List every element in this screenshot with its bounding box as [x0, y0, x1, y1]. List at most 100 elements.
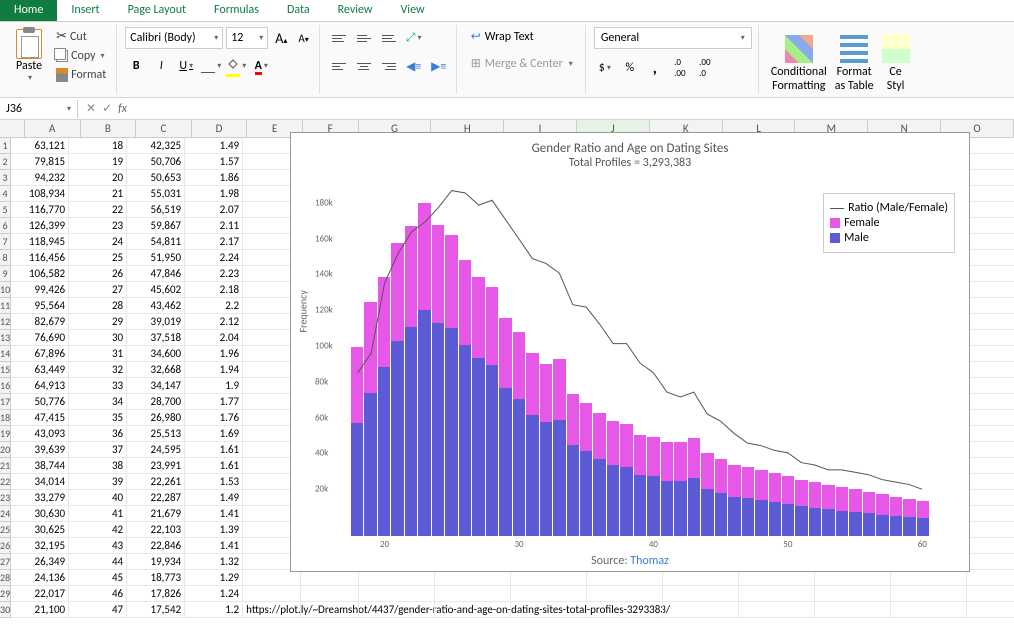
- cell[interactable]: [435, 602, 511, 618]
- name-box[interactable]: J36▾: [0, 100, 78, 118]
- conditional-formatting-button[interactable]: Conditional Formatting: [767, 27, 831, 95]
- cell[interactable]: [739, 602, 815, 618]
- decrease-decimal-button[interactable]: .00.0: [694, 57, 716, 79]
- cell[interactable]: 22: [69, 202, 127, 218]
- cell[interactable]: [301, 602, 359, 618]
- cell[interactable]: 17,542: [127, 602, 185, 618]
- cut-button[interactable]: ✂Cut: [52, 27, 110, 46]
- cell[interactable]: [739, 570, 815, 586]
- row-header[interactable]: 18: [0, 410, 10, 426]
- cell[interactable]: [511, 602, 587, 618]
- cell[interactable]: 1.98: [185, 186, 243, 202]
- cell[interactable]: 42: [69, 522, 127, 538]
- row-header[interactable]: 15: [0, 362, 10, 378]
- cell[interactable]: 1.69: [185, 426, 243, 442]
- cell[interactable]: 35: [69, 410, 127, 426]
- cell[interactable]: 37: [69, 442, 127, 458]
- cell[interactable]: 22,846: [127, 538, 185, 554]
- cell[interactable]: 1.77: [185, 394, 243, 410]
- cell[interactable]: 116,456: [11, 250, 69, 266]
- row-header[interactable]: 2: [0, 154, 10, 170]
- cell[interactable]: 47,415: [11, 410, 69, 426]
- cell[interactable]: 24: [69, 234, 127, 250]
- font-name-select[interactable]: Calibri (Body)▾: [125, 27, 223, 49]
- cell[interactable]: 1.94: [185, 362, 243, 378]
- cell[interactable]: 99,426: [11, 282, 69, 298]
- cell[interactable]: 28: [69, 298, 127, 314]
- cell[interactable]: 23: [69, 218, 127, 234]
- cell[interactable]: 2.12: [185, 314, 243, 330]
- cell[interactable]: 54,811: [127, 234, 185, 250]
- cell[interactable]: 31: [69, 346, 127, 362]
- row-header[interactable]: 28: [0, 570, 10, 586]
- row-header[interactable]: 6: [0, 218, 10, 234]
- cell[interactable]: 2.04: [185, 330, 243, 346]
- cell[interactable]: [967, 218, 1014, 234]
- cell[interactable]: 18,773: [127, 570, 185, 586]
- cell[interactable]: 43: [69, 538, 127, 554]
- cell[interactable]: 39: [69, 474, 127, 490]
- row-header[interactable]: 3: [0, 170, 10, 186]
- cell[interactable]: [967, 202, 1014, 218]
- select-all-corner[interactable]: [0, 120, 25, 137]
- tab-review[interactable]: Review: [324, 0, 387, 21]
- cell[interactable]: 2.11: [185, 218, 243, 234]
- cell[interactable]: [967, 602, 1014, 618]
- column-header-C[interactable]: C: [136, 120, 192, 137]
- cell[interactable]: 18: [69, 138, 127, 154]
- row-header[interactable]: 17: [0, 394, 10, 410]
- cell[interactable]: 1.49: [185, 490, 243, 506]
- underline-button[interactable]: U▾: [175, 55, 197, 77]
- cell[interactable]: 25,513: [127, 426, 185, 442]
- cell-styles-button[interactable]: Ce Styl: [878, 27, 914, 95]
- cell[interactable]: 67,896: [11, 346, 69, 362]
- row-header[interactable]: 24: [0, 506, 10, 522]
- cell[interactable]: 26,980: [127, 410, 185, 426]
- font-color-button[interactable]: A▾: [250, 55, 272, 77]
- cell[interactable]: [967, 378, 1014, 394]
- cell[interactable]: 1.96: [185, 346, 243, 362]
- cell[interactable]: 45: [69, 570, 127, 586]
- cell[interactable]: [587, 602, 663, 618]
- row-header[interactable]: 16: [0, 378, 10, 394]
- tab-insert[interactable]: Insert: [57, 0, 113, 21]
- formula-input[interactable]: [135, 98, 1014, 119]
- font-size-select[interactable]: 12▾: [226, 27, 268, 49]
- cell[interactable]: [587, 570, 663, 586]
- increase-indent-button[interactable]: ▶≡: [428, 55, 450, 77]
- cell[interactable]: 82,679: [11, 314, 69, 330]
- cell[interactable]: [587, 586, 663, 602]
- cell[interactable]: 2.23: [185, 266, 243, 282]
- format-as-table-button[interactable]: Format as Table: [831, 27, 878, 95]
- cell[interactable]: 26: [69, 266, 127, 282]
- cell[interactable]: [967, 314, 1014, 330]
- decrease-indent-button[interactable]: ◀≡: [403, 55, 425, 77]
- column-header-D[interactable]: D: [192, 120, 248, 137]
- cell[interactable]: 116,770: [11, 202, 69, 218]
- cell[interactable]: 63,121: [11, 138, 69, 154]
- cell[interactable]: 43,093: [11, 426, 69, 442]
- row-header[interactable]: 10: [0, 282, 10, 298]
- cell[interactable]: [967, 250, 1014, 266]
- cell[interactable]: 118,945: [11, 234, 69, 250]
- cell[interactable]: [891, 602, 967, 618]
- row-header[interactable]: 19: [0, 426, 10, 442]
- cell[interactable]: [967, 522, 1014, 538]
- cell[interactable]: 32,668: [127, 362, 185, 378]
- cell[interactable]: [815, 570, 891, 586]
- cell[interactable]: 1.32: [185, 554, 243, 570]
- cell[interactable]: 29: [69, 314, 127, 330]
- align-bottom-button[interactable]: [378, 28, 400, 48]
- row-header[interactable]: 12: [0, 314, 10, 330]
- cell[interactable]: 25: [69, 250, 127, 266]
- cell[interactable]: 1.49: [185, 138, 243, 154]
- cell[interactable]: 21: [69, 186, 127, 202]
- cell[interactable]: [967, 570, 1014, 586]
- cell[interactable]: [967, 490, 1014, 506]
- cell[interactable]: 1.9: [185, 378, 243, 394]
- cell[interactable]: [891, 570, 967, 586]
- cell[interactable]: [739, 586, 815, 602]
- cell[interactable]: [891, 586, 967, 602]
- cell[interactable]: 34,147: [127, 378, 185, 394]
- fill-color-button[interactable]: ▾: [225, 55, 247, 77]
